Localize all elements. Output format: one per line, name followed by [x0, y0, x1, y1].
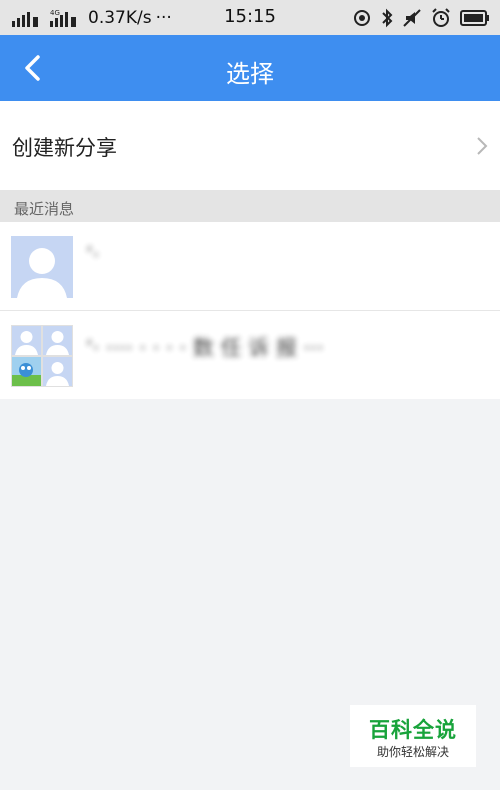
recent-messages-label: 最近消息 [14, 200, 75, 218]
location-icon [354, 10, 370, 26]
recent-messages-header: 最近消息 [0, 190, 500, 222]
battery-icon [460, 10, 489, 26]
status-right [352, 6, 490, 30]
create-new-share-row[interactable]: 创建新分享 [0, 101, 500, 190]
bluetooth-icon [382, 8, 393, 28]
alarm-icon [432, 8, 450, 27]
watermark-title: 百科全说 [369, 718, 457, 742]
chevron-right-icon [477, 137, 488, 155]
watermark-subtitle: 助你轻松解决 [376, 745, 449, 759]
create-new-share-label: 创建新分享 [12, 136, 117, 160]
conversation-item[interactable]: ’· [0, 222, 500, 311]
status-bar: 4G 0.37K/s ··· 15:15 [0, 0, 500, 35]
mute-icon [403, 9, 421, 27]
person-avatar [11, 236, 73, 298]
nav-bar: 选择 [0, 35, 500, 101]
group-avatar [11, 325, 73, 387]
page-title: 选择 [226, 60, 274, 88]
conversation-name: ‘· ···· · · · · 数 任 诉 报 ··· [86, 336, 324, 360]
conversation-name: ’· [86, 243, 100, 267]
conversation-item[interactable]: ‘· ···· · · · · 数 任 诉 报 ··· [0, 311, 500, 399]
baike-watermark: 百科全说 助你轻松解决 [350, 705, 476, 767]
